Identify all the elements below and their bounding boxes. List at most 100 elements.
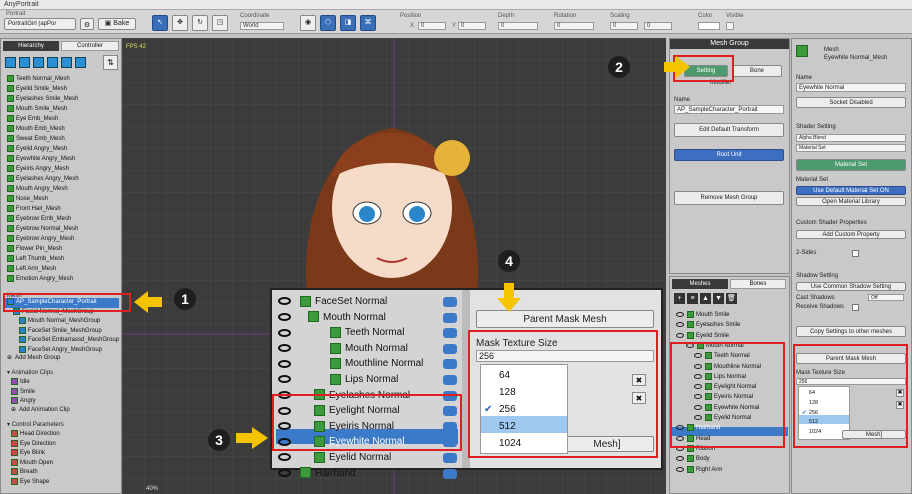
link-badge-icon[interactable] <box>443 343 457 354</box>
mesh-row[interactable]: Mouth Smile <box>676 311 729 321</box>
visibility-eye-icon[interactable] <box>694 415 702 420</box>
mesh-row[interactable]: Eyelid Smile <box>676 331 729 342</box>
visibility-eye-icon[interactable] <box>278 437 291 446</box>
animation-list-item[interactable]: Smile <box>11 387 35 398</box>
animation-list-item[interactable]: Idle <box>11 378 30 388</box>
mesh-row[interactable]: Body <box>676 455 710 465</box>
zoom-mesh-row[interactable]: Eyeiris Normal <box>278 419 462 434</box>
link-badge-icon[interactable] <box>443 453 457 463</box>
zoom-mesh-row[interactable]: Eyelid Normal <box>278 450 462 465</box>
tab-controller[interactable]: Controller <box>61 41 119 51</box>
gear-icon[interactable]: ⚙ <box>80 18 94 30</box>
physics-icon[interactable]: ⌘ <box>360 15 376 31</box>
visibility-eye-icon[interactable] <box>278 390 291 399</box>
tab-meshes[interactable]: Meshes <box>672 279 728 289</box>
two-sides-checkbox[interactable] <box>852 250 859 257</box>
param-list-item[interactable]: Head Direction <box>11 430 60 440</box>
mesh-list-item[interactable]: Eyelashes Angry_Mesh <box>7 175 79 185</box>
zoom-mask-size-option[interactable]: ✔ 256 <box>481 401 516 418</box>
filter-all-icon[interactable] <box>75 57 86 68</box>
mesh-list-item[interactable]: Sweat Emb_Mesh <box>7 135 65 145</box>
bone-button[interactable]: Bone <box>732 65 782 77</box>
zoom-mesh-row[interactable]: Hairband <box>278 466 462 481</box>
visibility-eye-icon[interactable] <box>676 322 684 328</box>
mesh-row[interactable]: Mouth Normal <box>686 341 744 352</box>
remove-mesh-group-button[interactable]: Remove Mesh Group <box>674 191 784 205</box>
zoom-mask-size-option[interactable]: 512 <box>481 418 516 435</box>
zoom-close-icon[interactable]: ✖ <box>632 374 646 386</box>
mesh-list-item[interactable]: Teeth Normal_Mesh <box>7 75 70 85</box>
link-badge-icon[interactable] <box>443 375 457 385</box>
zoom-mesh-row[interactable]: Eyelight Normal <box>278 403 462 418</box>
mask-size-option[interactable]: 128 <box>799 399 818 409</box>
mesh-list-item[interactable]: Eyebrow Normal_Mesh <box>7 225 78 235</box>
inspector-name-field[interactable]: Eyewhite Normal <box>796 83 906 92</box>
depth-input[interactable]: 0 <box>498 22 538 30</box>
mesh-list-item[interactable]: Nose_Mesh <box>7 195 48 205</box>
scaling-x-input[interactable]: 0 <box>610 22 638 30</box>
mask-size-option[interactable]: ✔ 256 <box>799 409 818 419</box>
mesh-list-item[interactable]: Eyewhite Angry_Mesh <box>7 155 75 165</box>
use-common-shadow-button[interactable]: Use Common Shadow Setting <box>796 282 906 291</box>
color-swatch[interactable] <box>698 22 720 30</box>
alpha-blend-select[interactable]: Alpha Blend <box>796 134 906 142</box>
visibility-eye-icon[interactable] <box>694 363 702 369</box>
add-icon[interactable]: + <box>674 293 685 304</box>
mesh-list-item[interactable]: Flower Pin_Mesh <box>7 245 62 255</box>
open-material-library-button[interactable]: Open Material Library <box>796 197 906 206</box>
visibility-eye-icon[interactable] <box>676 312 684 317</box>
close-icon-2[interactable]: ✖ <box>896 401 904 409</box>
visibility-eye-icon[interactable] <box>694 373 702 379</box>
meshgroup-list-item[interactable]: Mouth Normal_MeshGroup <box>19 317 100 327</box>
socket-disabled-button[interactable]: Socket Disabled <box>796 97 906 108</box>
zoom-mesh-row[interactable]: Mouthline Normal <box>278 356 462 371</box>
visible-checkbox[interactable] <box>726 22 734 30</box>
visibility-eye-icon[interactable] <box>278 328 291 337</box>
move-up-icon[interactable]: ▲ <box>700 293 711 304</box>
mesh-list-item[interactable]: Eyelid Angry_Mesh <box>7 145 67 155</box>
link-badge-icon[interactable] <box>443 297 457 307</box>
mesh-row[interactable]: Teeth Normal <box>694 352 750 362</box>
zoom-mask-texture-select[interactable]: 256 <box>476 350 654 362</box>
link-badge-icon[interactable] <box>443 437 457 448</box>
mesh-row[interactable]: Head <box>676 434 710 445</box>
move-down-icon[interactable]: ▼ <box>713 293 724 304</box>
zoom-mesh-row[interactable]: FaceSet Normal <box>278 294 462 309</box>
tab-bones[interactable]: Bones <box>730 279 786 289</box>
tab-hierarchy[interactable]: Hierarchy <box>3 41 59 51</box>
add-custom-property-button[interactable]: Add Custom Property <box>796 230 906 239</box>
mask-texture-size-select[interactable]: 256 <box>796 378 906 385</box>
mesh-row[interactable]: Lips Normal <box>694 372 746 383</box>
mesh-list-item[interactable]: Eyebrow Emb_Mesh <box>7 215 71 225</box>
meshgroup-list-item[interactable]: Facial Normal_MeshGroup <box>13 307 94 318</box>
use-default-material-button[interactable]: Use Default Material Set ON <box>796 186 906 195</box>
setting-button[interactable]: Setting <box>684 65 728 77</box>
mesh-list-item[interactable]: Left Thumb_Mesh <box>7 255 64 265</box>
visibility-eye-icon[interactable] <box>676 425 684 431</box>
cast-shadows-select[interactable]: Off <box>868 294 904 301</box>
mesh-list-item[interactable]: Mouth Smile_Mesh <box>7 105 67 115</box>
link-badge-icon[interactable] <box>443 406 457 417</box>
zoom-mesh-row[interactable]: Teeth Normal <box>278 325 462 340</box>
mesh-edit-icon[interactable]: ⬡ <box>320 15 336 31</box>
mesh-list-item[interactable]: Eyebrow Angry_Mesh <box>7 235 74 245</box>
visibility-eye-icon[interactable] <box>676 456 684 462</box>
material-set-select[interactable]: Material Set <box>796 144 906 152</box>
visibility-eye-icon[interactable] <box>278 344 291 353</box>
rotation-input[interactable]: 0 <box>554 22 594 30</box>
link-badge-icon[interactable] <box>443 312 457 323</box>
zoom-mask-size-option[interactable]: 64 <box>481 367 510 384</box>
filter-param-icon[interactable] <box>61 57 72 68</box>
scaling-y-input[interactable]: 0 <box>644 22 672 30</box>
root-unit-button[interactable]: Root Unit <box>674 149 784 161</box>
parent-mask-mesh-button[interactable]: Parent Mask Mesh <box>796 353 906 364</box>
mesh-list-item[interactable]: Mouth Emb_Mesh <box>7 125 65 135</box>
visibility-eye-icon[interactable] <box>278 468 291 477</box>
meshgroup-list-item[interactable]: FaceSet Embarrassd_MeshGroup <box>19 336 119 346</box>
move-tool-icon[interactable]: ✥ <box>172 15 188 31</box>
param-list-item[interactable]: Breath <box>11 468 38 478</box>
mesh-list-item[interactable]: Emotion Angry_Mesh <box>7 275 73 285</box>
mesh-list-item[interactable]: Left Arm_Mesh <box>7 265 56 275</box>
visibility-eye-icon[interactable] <box>694 384 702 390</box>
zoom-parent-mask-mesh-button[interactable]: Parent Mask Mesh <box>476 310 654 328</box>
